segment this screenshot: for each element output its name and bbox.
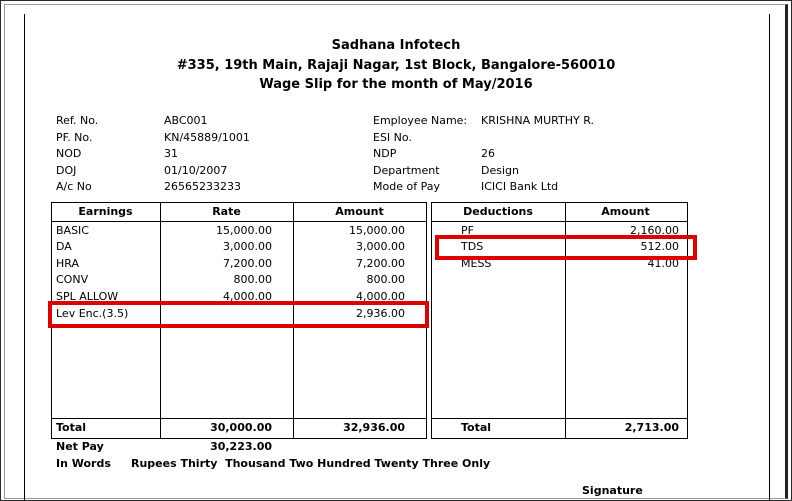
- pf-no-value: KN/45889/1001: [164, 131, 250, 144]
- employee-name-label: Employee Name:: [373, 114, 468, 127]
- deductions-total-label: Total: [461, 421, 492, 434]
- earning-amount: 3,000.00: [356, 240, 405, 253]
- earnings-total-rate: 30,000.00: [210, 421, 272, 434]
- doj-value: 01/10/2007: [164, 164, 228, 177]
- deductions-total-amount: 2,713.00: [624, 421, 679, 434]
- esi-no-label: ESI No.: [373, 131, 412, 144]
- doj-label: DOJ: [56, 164, 77, 177]
- table-row: BASIC: [56, 224, 89, 237]
- earnings-amount-header: Amount: [335, 205, 384, 218]
- ndp-value: 26: [481, 147, 495, 160]
- account-no-label: A/c No: [56, 180, 92, 193]
- pf-no-label: PF. No.: [56, 131, 93, 144]
- earning-rate: 15,000.00: [216, 224, 272, 237]
- earning-amount: 7,200.00: [356, 257, 405, 270]
- mode-of-pay-value: ICICI Bank Ltd: [481, 180, 559, 193]
- nod-label: NOD: [56, 147, 82, 160]
- ref-no-label: Ref. No.: [56, 114, 99, 127]
- rate-header: Rate: [212, 205, 241, 218]
- account-no-value: 26565233233: [164, 180, 241, 193]
- department-label: Department: [373, 164, 440, 177]
- department-value: Design: [481, 164, 519, 177]
- nod-value: 31: [164, 147, 178, 160]
- company-address: #335, 19th Main, Rajaji Nagar, 1st Block…: [176, 58, 616, 73]
- in-words-label: In Words: [56, 457, 111, 470]
- employee-name-value: KRISHNA MURTHY R.: [481, 114, 594, 127]
- table-row: CONV: [56, 273, 89, 286]
- earnings-total-amount: 32,936.00: [343, 421, 405, 434]
- ref-no-value: ABC001: [164, 114, 208, 127]
- table-row: DA: [56, 240, 72, 253]
- earnings-total-label: Total: [56, 421, 87, 434]
- earning-amount: 15,000.00: [349, 224, 405, 237]
- earnings-header: Earnings: [78, 205, 133, 218]
- earning-rate: 3,000.00: [223, 240, 272, 253]
- deductions-header: Deductions: [463, 205, 533, 218]
- in-words-value: Rupees Thirty Thousand Two Hundred Twent…: [131, 457, 491, 470]
- deductions-amount-header: Amount: [601, 205, 650, 218]
- ndp-label: NDP: [373, 147, 397, 160]
- table-row: HRA: [56, 257, 79, 270]
- earning-rate: 800.00: [233, 273, 273, 286]
- highlight-leave-encashment: [48, 301, 429, 328]
- net-pay-value: 30,223.00: [210, 440, 272, 453]
- earning-rate: 7,200.00: [223, 257, 272, 270]
- slip-title: Wage Slip for the month of May/2016: [259, 77, 533, 92]
- mode-of-pay-label: Mode of Pay: [373, 180, 440, 193]
- highlight-tds: [435, 235, 697, 260]
- net-pay-label: Net Pay: [56, 440, 104, 453]
- signature-label: Signature: [582, 484, 643, 497]
- earning-amount: 800.00: [366, 273, 406, 286]
- company-name: Sadhana Infotech: [331, 38, 461, 53]
